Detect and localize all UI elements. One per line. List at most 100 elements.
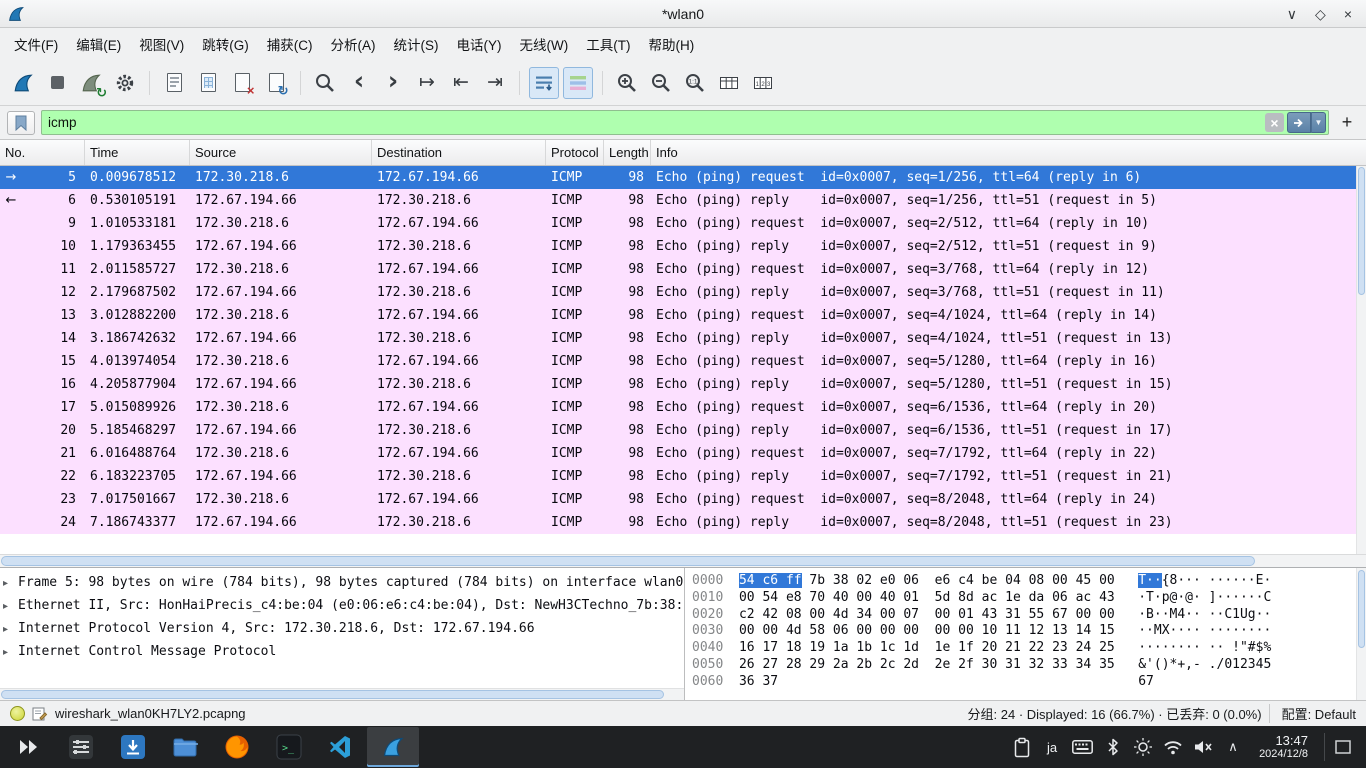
hex-ascii-char[interactable]: ·: [1138, 607, 1146, 622]
hex-byte[interactable]: be: [982, 573, 998, 588]
hex-ascii-char[interactable]: ·: [1193, 640, 1201, 655]
shade-button[interactable]: ∨: [1287, 7, 1297, 21]
hex-byte[interactable]: [1029, 674, 1045, 689]
hex-ascii-char[interactable]: @: [1185, 590, 1193, 605]
hex-ascii-char[interactable]: ·: [1193, 590, 1201, 605]
hex-ascii-char[interactable]: M: [1154, 623, 1162, 638]
hex-byte[interactable]: 36: [739, 674, 755, 689]
hex-byte[interactable]: 28: [786, 657, 802, 672]
hex-byte[interactable]: [1099, 674, 1115, 689]
hex-ascii-char[interactable]: ·: [1224, 573, 1232, 588]
clock[interactable]: 13:472024/12/8: [1259, 733, 1308, 762]
hex-ascii-char[interactable]: ·: [1154, 590, 1162, 605]
hex-byte[interactable]: 32: [1029, 657, 1045, 672]
go-forward-button[interactable]: ›: [378, 67, 408, 99]
hex-ascii-char[interactable]: [1240, 674, 1248, 689]
hex-byte[interactable]: 07: [903, 607, 919, 622]
hex-byte[interactable]: 34: [856, 607, 872, 622]
hex-ascii-char[interactable]: [1185, 674, 1193, 689]
taskbar-app-menu[interactable]: [3, 727, 55, 767]
expander-icon[interactable]: ▸: [3, 572, 18, 594]
hex-byte[interactable]: 34: [1076, 657, 1092, 672]
menu-capture[interactable]: 捕获(C): [258, 28, 322, 60]
taskbar-file-manager[interactable]: [159, 727, 211, 767]
hex-byte[interactable]: 13: [1052, 623, 1068, 638]
hex-ascii-char[interactable]: ·: [1146, 573, 1154, 588]
hex-byte[interactable]: 20: [982, 640, 998, 655]
zoom-in-button[interactable]: [612, 67, 642, 99]
hex-byte[interactable]: 00: [880, 623, 896, 638]
tray-tray-expand[interactable]: ∧: [1223, 734, 1243, 760]
hex-byte[interactable]: 00: [739, 623, 755, 638]
hex-byte[interactable]: 00: [958, 623, 974, 638]
hex-byte[interactable]: 31: [1005, 607, 1021, 622]
hex-ascii-char[interactable]: p: [1162, 590, 1170, 605]
hex-byte[interactable]: 40: [880, 590, 896, 605]
hex-byte[interactable]: 11: [1005, 623, 1021, 638]
hex-ascii-char[interactable]: ·: [1162, 607, 1170, 622]
hex-ascii-char[interactable]: ': [1146, 657, 1154, 672]
hex-ascii-char[interactable]: ·: [1185, 640, 1193, 655]
hex-byte[interactable]: [1052, 674, 1068, 689]
hex-byte[interactable]: e6: [935, 573, 951, 588]
hex-row[interactable]: 0010 00 54 e8 70 40 00 40 01 5d 8d ac 1e…: [692, 590, 1366, 607]
filter-apply-button[interactable]: [1287, 112, 1311, 133]
colorize-toggle[interactable]: [563, 67, 593, 99]
column-header-protocol[interactable]: Protocol: [546, 140, 604, 165]
hex-ascii-char[interactable]: {: [1162, 573, 1170, 588]
hex-ascii-char[interactable]: ·: [1193, 623, 1201, 638]
hex-byte[interactable]: 37: [762, 674, 778, 689]
maximize-button[interactable]: ◇: [1315, 7, 1326, 21]
hex-ascii-char[interactable]: ·: [1177, 573, 1185, 588]
hex-byte[interactable]: 04: [1005, 573, 1021, 588]
hex-byte[interactable]: 18: [786, 640, 802, 655]
tray-bluetooth[interactable]: [1103, 734, 1123, 760]
expander-icon[interactable]: ▸: [3, 618, 18, 640]
hex-byte[interactable]: 10: [982, 623, 998, 638]
taskbar-mixer[interactable]: [55, 727, 107, 767]
hex-byte[interactable]: [958, 674, 974, 689]
menu-file[interactable]: 文件(F): [5, 28, 67, 60]
taskbar-terminal[interactable]: >_: [263, 727, 315, 767]
tray-input-method[interactable]: ja: [1042, 734, 1062, 760]
hex-ascii-char[interactable]: !: [1232, 640, 1240, 655]
hex-byte[interactable]: [856, 674, 872, 689]
filter-clear-button[interactable]: ×: [1265, 113, 1284, 132]
packet-row[interactable]: 216.016488764172.30.218.6172.67.194.66IC…: [0, 442, 1366, 465]
hex-byte[interactable]: 42: [762, 607, 778, 622]
menu-tools[interactable]: 工具(T): [577, 28, 639, 60]
hex-ascii-char[interactable]: 1: [1232, 607, 1240, 622]
hex-byte[interactable]: 31: [1005, 657, 1021, 672]
hex-row[interactable]: 0000 54 c6 ff 7b 38 02 e0 06 e6 c4 be 04…: [692, 573, 1366, 590]
hex-ascii-char[interactable]: C: [1224, 607, 1232, 622]
taskbar-wireshark[interactable]: [367, 727, 419, 767]
scrollbar-handle[interactable]: [1358, 167, 1365, 295]
hex-byte[interactable]: [903, 674, 919, 689]
close-button[interactable]: ×: [1344, 7, 1352, 21]
hex-byte[interactable]: 2c: [880, 657, 896, 672]
column-header-info[interactable]: Info: [651, 140, 1366, 165]
tray-volume-muted[interactable]: [1193, 734, 1213, 760]
tray-keyboard[interactable]: [1072, 734, 1093, 760]
taskbar-software[interactable]: [107, 727, 159, 767]
hex-byte[interactable]: c6: [762, 573, 778, 588]
filter-bookmark-button[interactable]: [7, 111, 35, 135]
hex-byte[interactable]: 12: [1029, 623, 1045, 638]
hex-byte[interactable]: ff: [786, 573, 802, 588]
hex-ascii-char[interactable]: (: [1154, 657, 1162, 672]
hex-byte[interactable]: 00: [856, 623, 872, 638]
hex-byte[interactable]: 00: [935, 623, 951, 638]
restart-capture-button[interactable]: ↻: [76, 67, 106, 99]
hex-ascii-char[interactable]: 4: [1177, 607, 1185, 622]
profile-label[interactable]: 配置: Default: [1269, 704, 1356, 723]
hex-byte[interactable]: 02: [856, 573, 872, 588]
hex-byte[interactable]: 16: [739, 640, 755, 655]
hex-ascii-char[interactable]: 2: [1240, 657, 1248, 672]
packet-row[interactable]: 205.185468297172.67.194.66172.30.218.6IC…: [0, 419, 1366, 442]
hex-byte[interactable]: 00: [739, 590, 755, 605]
hex-byte[interactable]: 54: [739, 573, 755, 588]
hex-ascii-char[interactable]: ·: [1248, 623, 1256, 638]
hex-byte[interactable]: 4d: [786, 623, 802, 638]
hex-ascii-char[interactable]: ·: [1224, 623, 1232, 638]
first-packet-button[interactable]: ⇤: [446, 67, 476, 99]
